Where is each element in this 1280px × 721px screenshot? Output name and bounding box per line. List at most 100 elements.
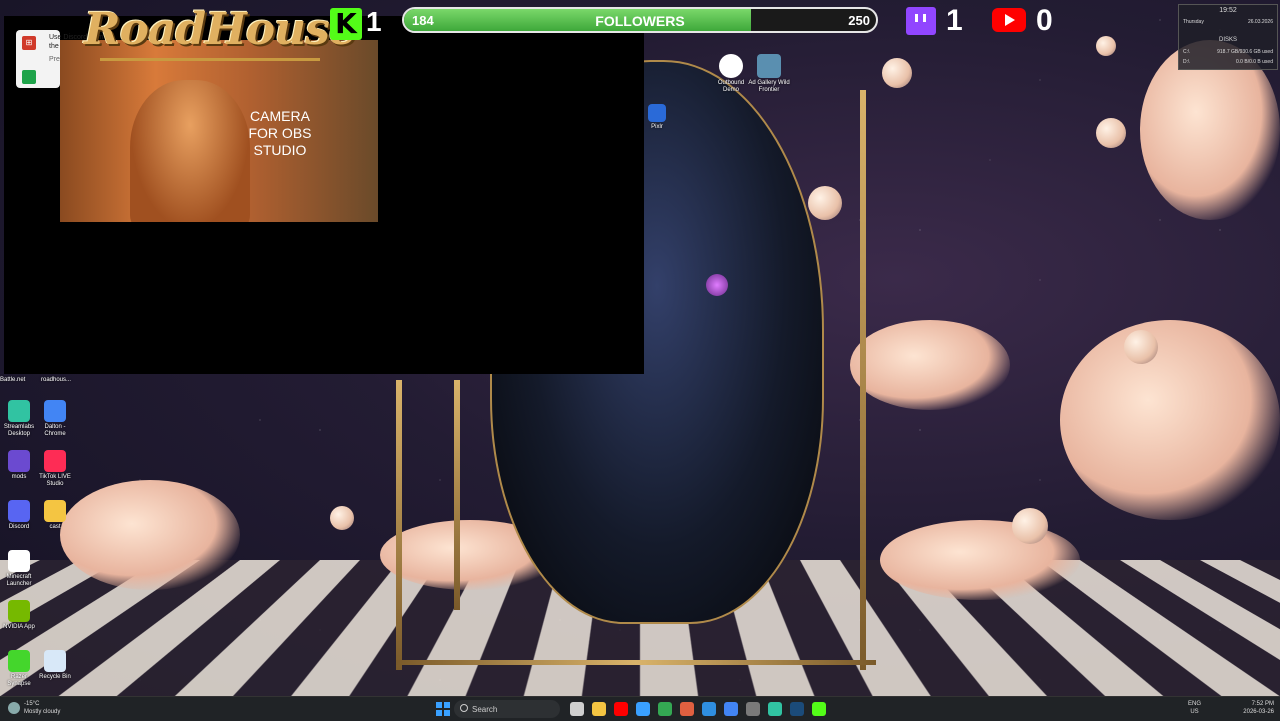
desktop-icon-label: Dalton - Chrome (44, 424, 66, 437)
desktop-icon-nvidia[interactable]: NVIDIA App (0, 600, 38, 631)
desktop-icon-mods[interactable]: mods (0, 450, 38, 481)
widget-d-label: D:\ (1183, 59, 1190, 65)
vscode-icon[interactable] (702, 702, 716, 716)
wallpaper-frame-bar (396, 660, 876, 665)
mods-icon (8, 450, 30, 472)
widget-time: 19:52 (1219, 7, 1237, 14)
followers-label: FOLLOWERS (595, 13, 685, 29)
system-monitor-widget: 19:52 Thursday 26.03.2026 DISKS C:\ 918.… (1178, 4, 1278, 70)
steam-icon[interactable] (790, 702, 804, 716)
wallpaper-head-eye (706, 274, 728, 296)
webcam-person (130, 80, 250, 222)
desktop-icon-label: roadhous... (40, 377, 72, 383)
tiktok-icon (44, 450, 66, 472)
twitch-count: 1 (946, 4, 963, 37)
weather-desc: Mostly cloudy (24, 709, 61, 715)
desktop-icon-label: Ad Gallery Wild Frontier (748, 80, 790, 93)
desktop-icon-label: Outbound Demo (717, 80, 745, 93)
wallpaper-cloud (1060, 320, 1280, 520)
desktop-icon-label: TikTok LIVE Studio (39, 474, 71, 487)
desktop-icon-label: mods (11, 474, 27, 480)
streamlabs-taskbar-icon[interactable] (768, 702, 782, 716)
taskbar-search[interactable]: Search (454, 700, 560, 718)
language-bottom: US (1190, 709, 1199, 715)
widget-day: Thursday (1183, 19, 1204, 25)
followers-goal: 250 (848, 13, 870, 28)
desktop-icon-ad-gallery[interactable]: Ad Gallery Wild Frontier (748, 54, 790, 94)
chrome-taskbar-icon[interactable] (724, 702, 738, 716)
desktop-icon-battlenet[interactable]: Battle.net (0, 377, 36, 384)
wallpaper-cloud (880, 520, 1080, 600)
streamlabs-icon (8, 400, 30, 422)
desktop-icon-label: Streamlabs Desktop (3, 424, 35, 437)
google-drive-icon[interactable] (658, 702, 672, 716)
green-app-icon[interactable] (812, 702, 826, 716)
desktop-icon-chrome[interactable]: Dalton - Chrome (36, 400, 74, 438)
desktop-icon-label: cast (49, 524, 61, 530)
wallpaper-pillar (454, 380, 460, 610)
nvidia-icon (8, 600, 30, 622)
desktop-icon-outbound-demo[interactable]: Outbound Demo (710, 54, 752, 94)
search-placeholder: Search (472, 705, 498, 714)
edge-icon[interactable] (636, 702, 650, 716)
obs-icon[interactable] (746, 702, 760, 716)
desktop-icon-minecraft[interactable]: Minecraft Launcher (0, 550, 38, 588)
desktop-icon-streamlabs[interactable]: Streamlabs Desktop (0, 400, 38, 438)
kick-count: 1 (366, 6, 382, 37)
taskbar: -15°C Mostly cloudy Search ENG US 7:52 P… (0, 696, 1280, 721)
widget-c-value: 918.7 GB/930.6 GB used (1217, 49, 1273, 55)
task-view-icon[interactable] (570, 702, 584, 716)
language-top: ENG (1188, 701, 1202, 707)
widget-d-value: 0.0 B/0.0 B used (1236, 59, 1273, 65)
file-explorer-icon[interactable] (592, 702, 606, 716)
wallpaper-orb (1012, 508, 1048, 544)
youtube-count: 0 (1036, 4, 1053, 37)
weather-widget[interactable]: -15°C Mostly cloudy (24, 700, 60, 716)
desktop-icon-label: Recycle Bin (39, 674, 71, 680)
discord-notification-icon: ⊞ (22, 36, 36, 50)
desktop-icon-recycle-bin[interactable]: Recycle Bin (36, 650, 74, 681)
weather-icon[interactable] (8, 702, 20, 714)
clock-date: 2026-03-26 (1243, 709, 1274, 715)
search-icon (460, 704, 468, 712)
app-icon[interactable] (680, 702, 694, 716)
desktop-icon-label: Battle.net (0, 377, 26, 383)
youtube-taskbar-icon[interactable] (614, 702, 628, 716)
wallpaper-pillar (860, 90, 866, 670)
outbound-demo-icon (719, 54, 743, 78)
widget-c-label: C:\ (1183, 49, 1190, 55)
discord-icon (8, 500, 30, 522)
wallpaper-orb (882, 58, 912, 88)
desktop-icon-tiktok[interactable]: TikTok LIVE Studio (36, 450, 74, 488)
taskbar-clock[interactable]: 7:52 PM 2026-03-26 (1243, 700, 1274, 716)
wallpaper-orb (1096, 118, 1126, 148)
language-indicator[interactable]: ENG US (1188, 700, 1201, 716)
widget-disks-title: DISKS (1218, 37, 1237, 43)
desktop-icon-label: Discord (8, 524, 30, 530)
pixlr-icon (648, 104, 666, 122)
wallpaper-orb (330, 506, 354, 530)
kick-icon: K (330, 8, 362, 40)
ad-gallery-icon (757, 54, 781, 78)
clock-time: 7:52 PM (1251, 701, 1274, 707)
desktop-icon-label: Razer Synapse (7, 674, 31, 687)
followers-goal-bar: 184 FOLLOWERS 250 (402, 7, 878, 33)
start-button[interactable] (436, 702, 450, 716)
wallpaper-orb (1124, 330, 1158, 364)
chrome-icon (44, 400, 66, 422)
desktop-icon-folder[interactable]: cast (36, 500, 74, 531)
recycle-bin-icon (44, 650, 66, 672)
weather-temp: -15°C (24, 701, 40, 707)
desktop-icon-label: NVIDIA App (3, 624, 35, 630)
desktop-icon-discord[interactable]: Discord (0, 500, 38, 531)
wallpaper-orb (1096, 36, 1116, 56)
wallpaper-pillar (396, 380, 402, 670)
desktop-icon-label: Minecraft Launcher (6, 574, 32, 587)
desktop-icon-roadhouse[interactable]: roadhous... (36, 377, 76, 384)
discord-notification-button[interactable] (22, 70, 36, 84)
youtube-icon (992, 8, 1026, 32)
desktop-icon-razer[interactable]: Razer Synapse (0, 650, 38, 688)
roadhouse-logo: RoadHouse (84, 4, 357, 55)
roadhouse-logo-underline (100, 58, 320, 61)
folder-icon (44, 500, 66, 522)
